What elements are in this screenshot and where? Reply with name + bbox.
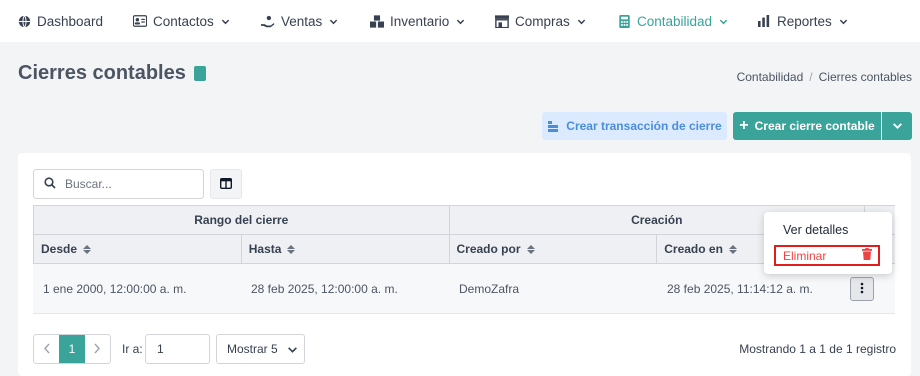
menu-item-view-details[interactable]: Ver detalles [783,223,848,237]
hand-sales-icon [261,14,275,28]
create-closing-transaction-button[interactable]: Crear transacción de cierre [542,112,727,140]
nav-item-dashboard[interactable]: Dashboard [17,0,103,42]
create-closing-transaction-label: Crear transacción de cierre [566,119,722,133]
nav-item-inventario[interactable]: Inventario [370,0,465,42]
nav-label: Contabilidad [637,13,713,29]
nav-label: Compras [515,13,570,29]
nav-label: Contactos [153,13,214,29]
store-icon [495,14,509,28]
chevron-down-icon [577,17,586,26]
create-accounting-closing-button[interactable]: + Crear cierre contable [733,112,881,140]
menu-item-delete[interactable]: Eliminar [774,245,880,266]
goto-page-label: Ir a: [122,342,143,356]
column-header-label: Creado en [664,242,723,256]
nav-item-compras[interactable]: Compras [495,0,586,42]
menu-item-delete-label: Eliminar [783,248,827,263]
chevron-down-icon [287,344,298,355]
page-title: Cierres contables [18,62,206,85]
goto-page-input[interactable] [145,334,210,364]
sort-icon [83,244,92,254]
cell-desde: 1 ene 2000, 12:00:00 a. m. [43,281,187,296]
search-box[interactable] [33,169,204,199]
next-page-button[interactable] [85,335,110,363]
page-size-label: Mostrar 5 [227,342,278,356]
column-header-label: Hasta [248,242,282,256]
search-input[interactable] [65,177,185,191]
create-options-dropdown-button[interactable] [882,112,912,140]
nav-item-ventas[interactable]: Ventas [261,0,338,42]
nav-label: Ventas [281,13,323,29]
nav-label: Dashboard [37,13,104,29]
cell-creado-por: DemoZafra [459,281,520,296]
column-header-hasta[interactable]: Hasta [242,235,450,263]
group-header-range: Rango del cierre [34,206,450,234]
create-accounting-closing-label: Crear cierre contable [754,119,875,133]
cell-hasta: 28 feb 2025, 12:00:00 a. m. [251,281,398,296]
calculator-icon [617,14,631,28]
page-button-current[interactable]: 1 [59,335,85,363]
chevron-left-icon [43,342,51,357]
nav-item-contactos[interactable]: Contactos [133,0,230,42]
row-actions-menu: Ver detalles Eliminar [764,212,892,274]
nav-label: Inventario [390,13,450,29]
chevron-down-icon [839,17,848,26]
records-summary: Mostrando 1 a 1 de 1 registro [739,342,896,356]
chevron-down-icon [456,17,465,26]
stack-icon [547,120,559,132]
sort-icon [287,244,296,254]
nav-item-reportes[interactable]: Reportes [757,0,848,42]
book-icon [193,66,206,81]
breadcrumb-item[interactable]: Contabilidad [737,70,804,84]
chevron-down-icon [719,17,728,26]
breadcrumb: Contabilidad / Cierres contables [737,70,912,84]
sort-icon [526,244,535,254]
search-icon [44,176,56,192]
breadcrumb-separator: / [809,70,813,84]
boxes-icon [370,14,384,28]
page-size-select[interactable]: Mostrar 5 [216,334,305,364]
breadcrumb-item-current: Cierres contables [818,70,912,84]
pagination: 1 [33,334,111,364]
prev-page-button[interactable] [34,335,59,363]
row-actions-button[interactable] [850,277,874,301]
column-toggle-button[interactable] [210,169,242,199]
nav-item-contabilidad[interactable]: Contabilidad [617,0,728,42]
column-header-creado-por[interactable]: Creado por [450,235,658,263]
chevron-down-icon [329,17,338,26]
plus-icon: + [739,117,749,134]
chevron-down-icon [221,17,230,26]
chevron-right-icon [93,342,101,357]
trash-icon [862,248,872,263]
bar-chart-icon [757,14,771,28]
column-header-label: Desde [41,242,78,256]
column-header-desde[interactable]: Desde [34,235,242,263]
globe-icon [17,14,31,28]
page-title-text: Cierres contables [18,62,186,84]
columns-icon [219,177,233,192]
column-header-label: Creado por [456,242,521,256]
kebab-menu-icon [860,282,864,297]
nav-label: Reportes [777,13,832,29]
top-navigation: Dashboard Contactos Ventas Inventario Co… [0,0,920,42]
sort-icon [728,244,737,254]
contact-card-icon [133,14,147,28]
chevron-down-icon [892,119,903,134]
